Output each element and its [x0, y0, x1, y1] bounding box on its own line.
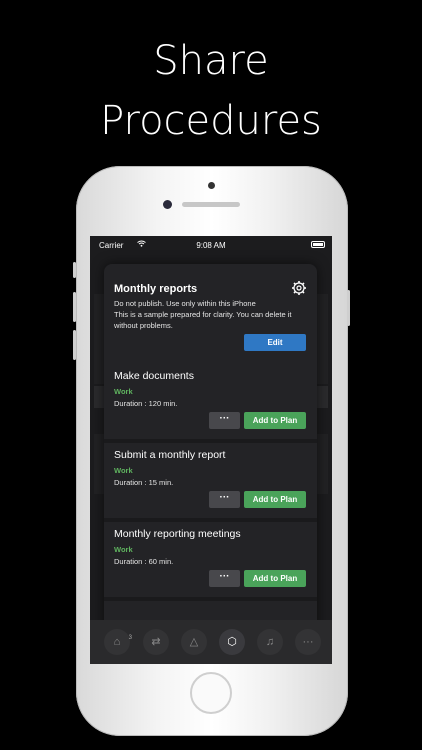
task-tag: Work	[114, 466, 133, 475]
add-to-plan-button[interactable]: Add to Plan	[244, 491, 306, 508]
tab-glyph: ⌂	[113, 636, 121, 648]
more-button[interactable]: ···	[209, 491, 240, 508]
more-button[interactable]: ···	[209, 412, 240, 429]
divider	[104, 518, 317, 522]
sheet-description: Do not publish. Use only within this iPh…	[114, 298, 304, 331]
task-item: Make documents Work Duration : 120 min. …	[104, 370, 317, 446]
task-duration: Duration : 120 min.	[114, 399, 178, 408]
edit-button[interactable]: Edit	[244, 334, 306, 351]
phone-screen: Carrier 9:08 AM Monthly reports Do not p…	[90, 236, 332, 664]
status-time: 9:08 AM	[196, 241, 226, 250]
task-tag: Work	[114, 387, 133, 396]
more-icon[interactable]: ···	[295, 629, 321, 655]
earpiece-speaker	[182, 202, 240, 207]
task-item: Monthly reporting meetings Work Duration…	[104, 528, 317, 604]
headline-line-2: Procedures	[100, 98, 322, 144]
volume-down-button	[73, 330, 76, 360]
task-name: Make documents	[114, 370, 194, 382]
procedure-sheet: Monthly reports Do not publish. Use only…	[104, 264, 317, 654]
divider	[104, 439, 317, 443]
power-button	[347, 290, 350, 326]
volume-up-button	[73, 292, 76, 322]
headline-line-1: Share	[153, 38, 269, 84]
task-tag: Work	[114, 545, 133, 554]
repeat-icon[interactable]: ⇄	[143, 629, 169, 655]
task-duration: Duration : 60 min.	[114, 557, 174, 566]
add-to-plan-button[interactable]: Add to Plan	[244, 412, 306, 429]
task-name: Submit a monthly report	[114, 449, 226, 461]
front-sensor	[208, 182, 215, 189]
task-name: Monthly reporting meetings	[114, 528, 241, 540]
more-button[interactable]: ···	[209, 570, 240, 587]
description-line: Do not publish. Use only within this iPh…	[114, 299, 256, 308]
triangle-icon[interactable]: △	[181, 629, 207, 655]
task-item: Submit a monthly report Work Duration : …	[104, 449, 317, 525]
front-camera	[163, 200, 172, 209]
sheet-title: Monthly reports	[114, 283, 198, 295]
tag-icon[interactable]: ⌂ 3	[104, 629, 132, 655]
add-to-plan-button[interactable]: Add to Plan	[244, 570, 306, 587]
procedure-icon[interactable]: ⬡	[219, 629, 245, 655]
battery-icon	[311, 241, 325, 248]
music-icon[interactable]: ♫	[257, 629, 283, 655]
tab-badge: 3	[128, 635, 132, 641]
description-line: This is a sample prepared for clarity. Y…	[114, 310, 292, 330]
home-button[interactable]	[190, 672, 232, 714]
divider	[104, 597, 317, 601]
status-bar: Carrier 9:08 AM	[90, 236, 332, 254]
mute-switch	[73, 262, 76, 278]
task-duration: Duration : 15 min.	[114, 478, 174, 487]
tab-bar: ⌂ 3 ⇄ △ ⬡ ♫ ···	[90, 620, 332, 664]
gear-icon[interactable]	[291, 280, 307, 296]
